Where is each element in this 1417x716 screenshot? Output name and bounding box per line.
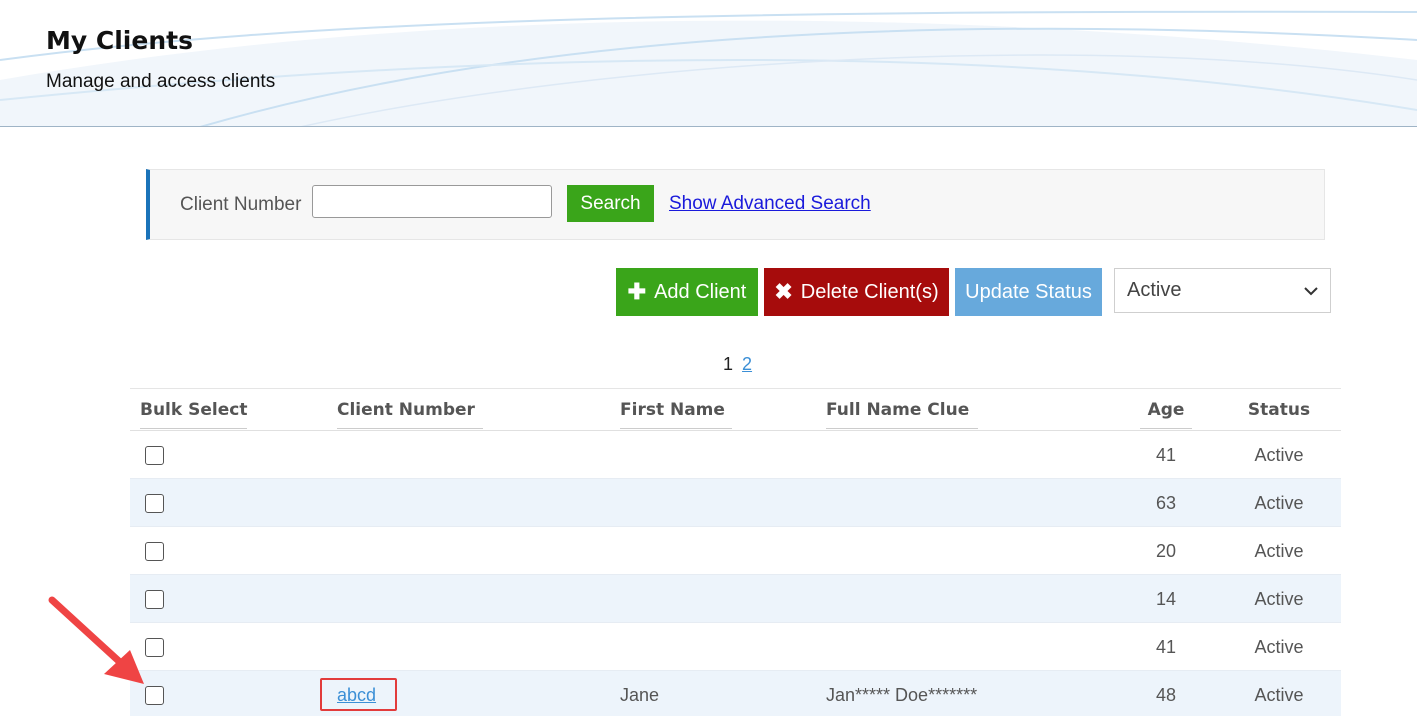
col-first-name[interactable]: First Name (620, 400, 732, 429)
table-row: 41 Active (130, 623, 1341, 671)
clients-table: Bulk Select Client Number First Name Ful… (130, 388, 1341, 716)
page-subtitle: Manage and access clients (46, 71, 276, 92)
cell-age: 63 (1155, 493, 1177, 513)
client-number-label: Client Number (180, 194, 302, 215)
delete-clients-button[interactable]: ✖ Delete Client(s) (764, 268, 949, 316)
add-client-button[interactable]: ✚ Add Client (616, 268, 758, 316)
page-current: 1 (723, 354, 734, 374)
cell-status: Active (1254, 685, 1304, 705)
cell-status: Active (1254, 589, 1304, 609)
bulk-select-checkbox[interactable] (145, 542, 164, 561)
page-title: My Clients (46, 26, 193, 55)
update-status-label: Update Status (965, 280, 1092, 303)
client-number-input[interactable] (312, 185, 552, 218)
client-number-link[interactable]: abcd (337, 685, 376, 706)
bulk-select-checkbox[interactable] (145, 494, 164, 513)
page-link-2[interactable]: 2 (742, 354, 752, 374)
bulk-select-checkbox[interactable] (145, 446, 164, 465)
cell-age: 41 (1155, 445, 1177, 465)
col-status[interactable]: Status (1235, 400, 1323, 428)
table-row: 41 Active (130, 431, 1341, 479)
table-row: abcd Jane Jan***** Doe******* 48 Active (130, 671, 1341, 716)
search-button[interactable]: Search (567, 185, 654, 222)
add-client-label: Add Client (654, 280, 747, 303)
cell-age: 41 (1155, 637, 1177, 657)
table-header: Bulk Select Client Number First Name Ful… (130, 389, 1341, 431)
cell-age: 20 (1155, 541, 1177, 561)
chevron-down-icon (1304, 283, 1318, 299)
cell-status: Active (1254, 445, 1304, 465)
plus-icon: ✚ (627, 279, 647, 304)
col-client-number[interactable]: Client Number (337, 400, 483, 429)
update-status-button[interactable]: Update Status (955, 268, 1102, 316)
search-panel: Client Number Search Show Advanced Searc… (146, 169, 1325, 240)
cell-status: Active (1254, 493, 1304, 513)
col-age[interactable]: Age (1140, 400, 1192, 429)
header-wave-decoration (0, 10, 1417, 126)
cell-age: 14 (1155, 589, 1177, 609)
col-bulk-select[interactable]: Bulk Select (140, 400, 248, 429)
table-row: 14 Active (130, 575, 1341, 623)
cell-full-name-clue: Jan***** Doe******* (826, 685, 978, 705)
arrow-icon (48, 596, 144, 684)
table-row: 63 Active (130, 479, 1341, 527)
cell-status: Active (1254, 637, 1304, 657)
page-header: My Clients Manage and access clients (0, 0, 1417, 127)
table-row: 20 Active (130, 527, 1341, 575)
col-full-name-clue[interactable]: Full Name Clue (826, 400, 978, 429)
pagination: 1 2 (723, 354, 752, 375)
status-select[interactable]: Active (1114, 268, 1331, 313)
cell-first-name: Jane (620, 685, 660, 705)
show-advanced-search-link[interactable]: Show Advanced Search (669, 193, 871, 215)
status-select-value: Active (1127, 279, 1182, 301)
cell-status: Active (1254, 541, 1304, 561)
cell-age: 48 (1155, 685, 1177, 705)
delete-clients-label: Delete Client(s) (800, 280, 939, 303)
x-icon: ✖ (774, 279, 793, 304)
